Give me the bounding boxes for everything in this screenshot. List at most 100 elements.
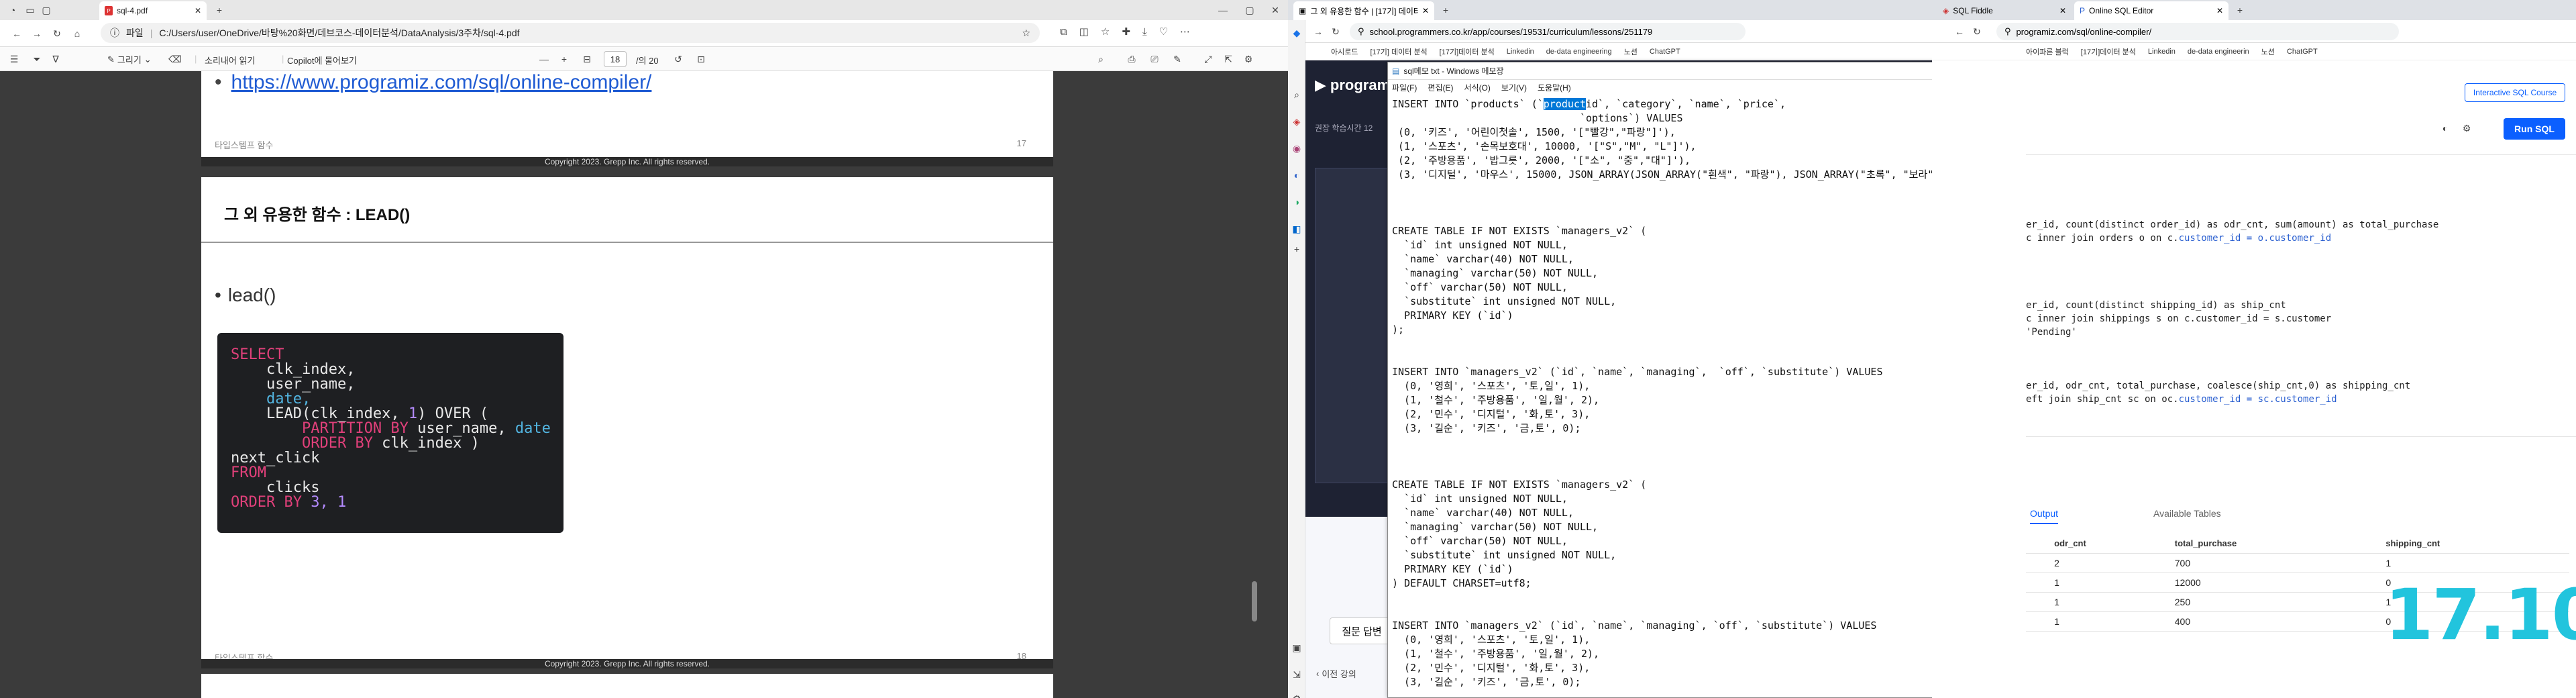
notepad-text-area[interactable]: INSERT INTO `products` (`productid`, `ca…	[1388, 95, 2024, 697]
settings-icon[interactable]: ⚙	[1289, 691, 1304, 698]
bookmark-item[interactable]: [17기] 데이터 분석	[1370, 46, 1427, 57]
favorite-star-icon[interactable]: ☆	[1022, 28, 1030, 39]
bookmark-item[interactable]: 노션	[1624, 46, 1638, 57]
shopping-icon[interactable]: ◈	[1289, 114, 1304, 129]
external-link-icon[interactable]: ⇲	[1289, 667, 1304, 682]
back-icon[interactable]: ←	[1952, 24, 1967, 39]
tab-programmers-lesson[interactable]: ▣ 그 외 유용한 함수 | [17기] 데이터 ✕	[1293, 1, 1434, 20]
sql-editor[interactable]: er_id, count(distinct order_id) as odr_c…	[2026, 154, 2576, 436]
video-thumbnail[interactable]	[1315, 168, 1389, 483]
menu-edit[interactable]: 편집(E)	[1428, 82, 1453, 93]
save-icon[interactable]: ⎚	[1147, 52, 1162, 66]
home-icon[interactable]: ⌂	[70, 26, 85, 41]
refresh-icon[interactable]: ↻	[1328, 24, 1343, 39]
tools-icon[interactable]: ◉	[1289, 141, 1304, 156]
url-box[interactable]: ⓘ 파일 | C:/Users/user/OneDrive/바탕%20화면/데브…	[101, 23, 1040, 43]
add-icon[interactable]: +	[1289, 242, 1304, 256]
maximize-icon[interactable]: ▢	[1242, 3, 1257, 17]
search-icon[interactable]: ⌕	[1093, 52, 1108, 66]
zoom-out-icon[interactable]: —	[537, 52, 551, 66]
highlight-icon[interactable]: ∇	[48, 52, 63, 66]
profile-icon[interactable]: ◔	[5, 3, 20, 17]
scrollbar-thumb[interactable]	[1252, 581, 1257, 621]
interactive-sql-course-button[interactable]: Interactive SQL Course	[2465, 83, 2565, 102]
menu-file[interactable]: 파일(F)	[1392, 82, 1417, 93]
close-tab-icon[interactable]: ✕	[195, 6, 201, 15]
bookmark-item[interactable]: [17기]데이터 분석	[2081, 46, 2136, 57]
rotate-icon[interactable]: ↺	[671, 52, 686, 66]
collections-icon[interactable]: ☆	[1101, 26, 1110, 38]
new-tab-icon[interactable]: +	[2233, 3, 2247, 17]
table-cell	[2026, 572, 2051, 593]
bookmark-item[interactable]: ChatGPT	[1650, 48, 1680, 56]
close-tab-icon[interactable]: ✕	[1422, 6, 1429, 15]
close-tab-icon[interactable]: ✕	[2059, 6, 2066, 15]
eraser-icon[interactable]: ⌫	[168, 52, 182, 66]
run-sql-button[interactable]: Run SQL	[2504, 118, 2565, 140]
bookmark-item[interactable]: 노션	[2261, 46, 2275, 57]
games-icon[interactable]: ◐	[1289, 168, 1304, 183]
pdf-settings-icon[interactable]: ⚙	[1241, 52, 1256, 66]
qa-button[interactable]: 질문 답변	[1330, 617, 1394, 644]
available-tables-tab[interactable]: Available Tables	[2153, 508, 2221, 519]
save-as-icon[interactable]: ✎	[1170, 52, 1185, 66]
outlook-icon[interactable]: ◧	[1289, 221, 1304, 236]
fullscreen-icon[interactable]: ⤢	[1201, 52, 1216, 66]
tab-sql-4-pdf[interactable]: P sql-4.pdf ✕	[99, 1, 207, 20]
bookmark-item[interactable]: 아시로드	[1331, 46, 1358, 57]
contents-icon[interactable]: ☰	[7, 52, 21, 66]
prev-lesson-link[interactable]: ‹ 이전 강의	[1316, 667, 1356, 680]
workspaces-icon[interactable]: ▭	[23, 3, 38, 17]
downloads-icon[interactable]: ⤓	[1142, 26, 1147, 38]
performance-icon[interactable]: ♡	[1159, 26, 1168, 38]
dark-mode-icon[interactable]: ◐	[2438, 121, 2453, 136]
filter-icon[interactable]: ⏷	[30, 52, 44, 66]
tab-list-icon[interactable]: ▢	[39, 3, 54, 17]
close-window-icon[interactable]: ✕	[1268, 3, 1283, 17]
bookmark-item[interactable]: [17기]데이터 분석	[1440, 46, 1495, 57]
pin-icon[interactable]: ⇱	[1221, 52, 1236, 66]
url-box[interactable]: ⚲ school.programmers.co.kr/app/courses/1…	[1350, 23, 1746, 40]
bookmark-item[interactable]: Linkedin	[1507, 48, 1534, 56]
forward-icon[interactable]: →	[1311, 24, 1326, 39]
bookmark-item[interactable]: de-data engineerin	[2188, 48, 2249, 56]
fit-page-icon[interactable]: ⊟	[580, 52, 594, 66]
read-aloud-button[interactable]: 소리내어 읽기	[205, 54, 255, 66]
menu-help[interactable]: 도움말(H)	[1538, 82, 1571, 93]
office-icon[interactable]: ◑	[1289, 195, 1304, 209]
split-icon[interactable]: ▣	[1289, 640, 1304, 655]
bookmark-item[interactable]: ChatGPT	[2287, 48, 2318, 56]
bookmark-item[interactable]: Linkedin	[2148, 48, 2176, 56]
zoom-in-icon[interactable]: +	[557, 52, 572, 66]
output-tab[interactable]: Output	[2030, 508, 2059, 524]
search-icon[interactable]: ⌕	[1289, 87, 1304, 102]
page-number-input[interactable]: 18	[604, 51, 627, 67]
tab-online-sql-editor[interactable]: P Online SQL Editor ✕	[2074, 1, 2229, 20]
bookmark-item[interactable]: de-data engineering	[1546, 48, 1612, 56]
forward-icon[interactable]: →	[30, 26, 44, 41]
new-tab-icon[interactable]: +	[1438, 3, 1453, 17]
new-tab-icon[interactable]: +	[212, 3, 227, 17]
settings-more-icon[interactable]: ⋯	[1180, 26, 1190, 38]
url-box[interactable]: ⚲ programiz.com/sql/online-compiler/	[1996, 23, 2399, 40]
menu-format[interactable]: 서식(O)	[1464, 82, 1490, 93]
online-compiler-link[interactable]: https://www.programiz.com/sql/online-com…	[231, 71, 652, 94]
settings-icon[interactable]: ⚙	[2459, 121, 2474, 136]
minimize-icon[interactable]: —	[1216, 3, 1230, 17]
refresh-icon[interactable]: ↻	[50, 26, 64, 41]
bookmark-item[interactable]: 아이파른 블럭	[2026, 46, 2069, 57]
back-icon[interactable]: ←	[9, 26, 24, 41]
refresh-icon[interactable]: ↻	[1970, 24, 1984, 39]
extensions-puzzle-icon[interactable]: ✚	[1122, 26, 1130, 38]
tab-sql-fiddle[interactable]: ◈ SQL Fiddle ✕	[1937, 1, 2072, 20]
copilot-icon[interactable]: ◆	[1289, 26, 1304, 40]
menu-view[interactable]: 보기(V)	[1501, 82, 1527, 93]
tab-title: 그 외 유용한 함수 | [17기] 데이터	[1310, 6, 1418, 16]
close-tab-icon[interactable]: ✕	[2216, 6, 2223, 15]
extension-icon[interactable]: ⧉	[1060, 26, 1067, 38]
split-screen-icon[interactable]: ◫	[1079, 26, 1089, 38]
draw-button[interactable]: ✎ 그리기 ⌄	[107, 53, 152, 66]
print-icon[interactable]: ⎙	[1124, 52, 1139, 66]
copilot-button[interactable]: Copilot에 물어보기	[287, 54, 357, 66]
page-view-icon[interactable]: ⊡	[694, 52, 708, 66]
